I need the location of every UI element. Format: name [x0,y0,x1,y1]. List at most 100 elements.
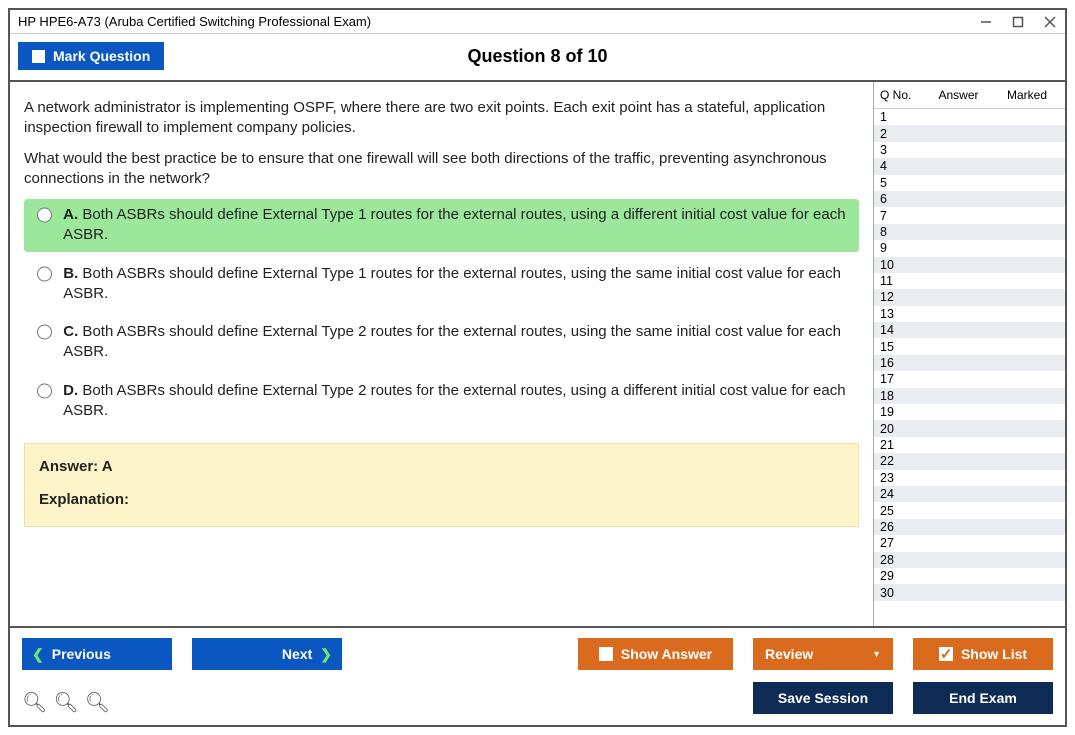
question-number: 1 [880,110,922,124]
end-exam-button[interactable]: End Exam [913,682,1053,714]
question-list-row[interactable]: 3 [874,142,1065,158]
question-number: 28 [880,553,922,567]
question-number: 15 [880,340,922,354]
topbar: Mark Question Question 8 of 10 [10,34,1065,82]
question-list-row[interactable]: 14 [874,322,1065,338]
previous-button[interactable]: ❮ Previous [22,638,172,670]
zoom-reset-icon[interactable]: 🔍︎ [22,690,47,715]
question-list-row[interactable]: 17 [874,371,1065,387]
option-a[interactable]: A. Both ASBRs should define External Typ… [24,199,859,252]
option-d-radio[interactable] [37,383,52,399]
question-number: 4 [880,159,922,173]
chevron-right-icon: ❯ [320,646,332,663]
option-b[interactable]: B. Both ASBRs should define External Typ… [24,258,859,311]
question-list-row[interactable]: 25 [874,502,1065,518]
show-answer-label: Show Answer [621,646,712,662]
question-list-row[interactable]: 20 [874,420,1065,436]
question-list-row[interactable]: 24 [874,486,1065,502]
header-qno: Q No. [880,88,922,102]
button-row-1: ❮ Previous Next ❯ Show Answer Review ▼ S… [22,638,1053,670]
option-c[interactable]: C. Both ASBRs should define External Typ… [24,316,859,369]
question-number: 26 [880,520,922,534]
option-b-radio[interactable] [37,266,52,282]
question-list-row[interactable]: 11 [874,273,1065,289]
window-title: HP HPE6-A73 (Aruba Certified Switching P… [18,14,979,29]
question-number: 12 [880,290,922,304]
chevron-down-icon: ▼ [872,649,881,659]
maximize-icon[interactable] [1011,15,1025,29]
question-list-row[interactable]: 5 [874,175,1065,191]
option-a-label: A. Both ASBRs should define External Typ… [63,205,851,246]
question-list-row[interactable]: 26 [874,519,1065,535]
question-list-row[interactable]: 16 [874,355,1065,371]
previous-label: Previous [52,646,111,662]
question-list-panel: Q No. Answer Marked 12345678910111213141… [873,82,1065,626]
question-list-row[interactable]: 8 [874,224,1065,240]
header-marked: Marked [995,88,1059,102]
show-list-button[interactable]: Show List [913,638,1053,670]
next-label: Next [282,646,312,662]
show-answer-button[interactable]: Show Answer [578,638,733,670]
question-list[interactable]: 1234567891011121314151617181920212223242… [874,109,1065,626]
question-list-row[interactable]: 1 [874,109,1065,125]
question-list-row[interactable]: 27 [874,535,1065,551]
question-list-row[interactable]: 18 [874,388,1065,404]
option-c-radio[interactable] [37,324,52,340]
question-list-row[interactable]: 19 [874,404,1065,420]
question-number: 6 [880,192,922,206]
question-number: 22 [880,454,922,468]
minimize-icon[interactable] [979,15,993,29]
window-controls [979,15,1057,29]
app-window: HP HPE6-A73 (Aruba Certified Switching P… [8,8,1067,727]
options-list: A. Both ASBRs should define External Typ… [24,199,859,427]
question-number: 23 [880,471,922,485]
question-list-row[interactable]: 22 [874,453,1065,469]
question-number: 21 [880,438,922,452]
question-number: 20 [880,422,922,436]
question-number: 2 [880,127,922,141]
zoom-in-icon[interactable]: 🔍︎ [53,690,78,715]
question-list-row[interactable]: 13 [874,306,1065,322]
question-list-row[interactable]: 28 [874,552,1065,568]
question-text: A network administrator is implementing … [24,98,859,189]
mark-question-button[interactable]: Mark Question [18,42,164,70]
question-list-row[interactable]: 23 [874,470,1065,486]
question-list-header: Q No. Answer Marked [874,82,1065,109]
question-number: 8 [880,225,922,239]
question-list-row[interactable]: 21 [874,437,1065,453]
option-c-label: C. Both ASBRs should define External Typ… [63,322,851,363]
question-number: 25 [880,504,922,518]
end-exam-label: End Exam [949,690,1017,706]
mark-question-label: Mark Question [53,48,150,64]
option-a-radio[interactable] [37,207,52,223]
question-list-row[interactable]: 15 [874,338,1065,354]
question-list-row[interactable]: 2 [874,125,1065,141]
question-paragraph: What would the best practice be to ensur… [24,149,859,190]
review-label: Review [765,646,813,662]
chevron-left-icon: ❮ [32,646,44,663]
zoom-out-icon[interactable]: 🔍︎ [85,690,110,715]
question-list-row[interactable]: 9 [874,240,1065,256]
question-number: 30 [880,586,922,600]
question-list-row[interactable]: 12 [874,289,1065,305]
question-number: 7 [880,209,922,223]
question-list-row[interactable]: 29 [874,568,1065,584]
option-d[interactable]: D. Both ASBRs should define External Typ… [24,375,859,428]
question-list-row[interactable]: 30 [874,584,1065,600]
next-button[interactable]: Next ❯ [192,638,342,670]
main-area: A network administrator is implementing … [10,82,1065,626]
answer-box: Answer: A Explanation: [24,443,859,527]
question-number: 5 [880,176,922,190]
close-icon[interactable] [1043,15,1057,29]
option-b-label: B. Both ASBRs should define External Typ… [63,264,851,305]
checkbox-icon [32,50,45,63]
review-button[interactable]: Review ▼ [753,638,893,670]
explanation-label: Explanation: [39,491,844,508]
question-list-row[interactable]: 10 [874,257,1065,273]
question-list-row[interactable]: 7 [874,207,1065,223]
show-list-label: Show List [961,646,1027,662]
question-number: 10 [880,258,922,272]
question-list-row[interactable]: 6 [874,191,1065,207]
question-list-row[interactable]: 4 [874,158,1065,174]
save-session-button[interactable]: Save Session [753,682,893,714]
